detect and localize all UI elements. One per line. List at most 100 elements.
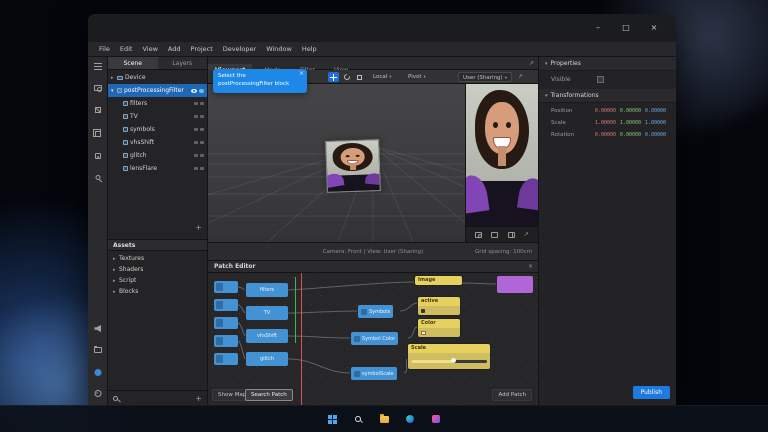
- menu-edit[interactable]: Edit: [115, 45, 138, 53]
- rotation-y-value[interactable]: 0.00000: [616, 132, 641, 138]
- tab-scene[interactable]: Scene: [108, 57, 158, 69]
- add-patch-button[interactable]: Add Patch: [492, 389, 532, 401]
- patch-input-chip[interactable]: [214, 317, 238, 329]
- patch-canvas[interactable]: filters TV vhsShift glitch Symbols Symbo…: [208, 273, 538, 405]
- add-object-button[interactable]: +: [195, 223, 202, 232]
- capture-icon[interactable]: [94, 85, 102, 91]
- row-toggle-icon[interactable]: [200, 115, 204, 118]
- asset-row-script[interactable]: ▸ Script: [108, 275, 207, 286]
- row-toggle-icon[interactable]: [194, 141, 198, 144]
- patch-node-symbols[interactable]: Symbols: [358, 305, 393, 318]
- minimize-button[interactable]: –: [584, 18, 612, 38]
- add-asset-button[interactable]: +: [195, 394, 202, 403]
- publish-button[interactable]: Publish: [633, 386, 670, 399]
- position-y-value[interactable]: 0.00000: [616, 108, 641, 114]
- effects-icon[interactable]: [491, 232, 498, 238]
- asset-row-shaders[interactable]: ▸ Shaders: [108, 264, 207, 275]
- visibility-eye-icon[interactable]: [191, 89, 197, 93]
- popout-viewport-icon[interactable]: ↗: [529, 57, 534, 70]
- camera-view-dropdown[interactable]: User (Sharing)▾: [458, 72, 512, 82]
- studio-app-button[interactable]: [426, 409, 446, 429]
- patch-node-active[interactable]: active: [418, 297, 460, 315]
- tree-row-vhsshift[interactable]: vhsShift: [108, 136, 207, 149]
- tree-row-device[interactable]: ▸ Device: [108, 71, 207, 84]
- scale-x-value[interactable]: 1.00000: [591, 120, 616, 126]
- tree-row-filters[interactable]: filters: [108, 97, 207, 110]
- patch-node-image[interactable]: Image: [415, 276, 462, 285]
- patch-input-chip[interactable]: [214, 281, 238, 293]
- maximize-button[interactable]: □: [612, 18, 640, 38]
- announcement-icon[interactable]: [94, 325, 101, 332]
- scene-plane-object[interactable]: [325, 139, 381, 193]
- patch-block-node[interactable]: vhsShift: [246, 329, 288, 343]
- position-x-value[interactable]: 0.00000: [591, 108, 616, 114]
- patch-node-purple[interactable]: [497, 276, 533, 293]
- patch-node-scale[interactable]: Scale: [408, 344, 490, 369]
- scale-y-value[interactable]: 1.00000: [616, 120, 641, 126]
- row-toggle-icon[interactable]: [200, 128, 204, 131]
- menu-file[interactable]: File: [94, 45, 115, 53]
- edge-browser-button[interactable]: [400, 409, 420, 429]
- row-toggle-icon[interactable]: [200, 167, 204, 170]
- scale-slider[interactable]: [411, 360, 487, 363]
- row-toggle-icon[interactable]: [194, 128, 198, 131]
- menu-add[interactable]: Add: [163, 45, 186, 53]
- plugins-icon[interactable]: [95, 153, 101, 159]
- search-icon[interactable]: [95, 175, 100, 180]
- checkbox-icon[interactable]: [421, 309, 425, 313]
- asset-row-textures[interactable]: ▸ Textures: [108, 253, 207, 264]
- scale-z-value[interactable]: 1.00000: [641, 120, 666, 126]
- visible-checkbox[interactable]: [597, 76, 604, 83]
- row-toggle-icon[interactable]: [194, 115, 198, 118]
- titlebar[interactable]: – □ ×: [88, 14, 676, 42]
- patch-input-chip[interactable]: [214, 353, 238, 365]
- rotation-x-value[interactable]: 0.00000: [591, 132, 616, 138]
- file-explorer-button[interactable]: [374, 409, 394, 429]
- patch-node-symbolscale[interactable]: symbolScale: [351, 367, 397, 380]
- close-button[interactable]: ×: [640, 18, 668, 38]
- patch-input-chip[interactable]: [214, 335, 238, 347]
- taskbar-search-button[interactable]: [348, 409, 368, 429]
- tree-row-tv[interactable]: TV: [108, 110, 207, 123]
- blocks-icon[interactable]: [95, 107, 101, 113]
- panels-icon[interactable]: [94, 63, 102, 64]
- projects-icon[interactable]: [94, 347, 102, 353]
- properties-header[interactable]: ▾ Properties: [539, 57, 676, 71]
- patch-node-color[interactable]: Color: [418, 319, 460, 337]
- row-toggle-icon[interactable]: [194, 102, 198, 105]
- row-toggle-icon[interactable]: [200, 141, 204, 144]
- menu-developer[interactable]: Developer: [218, 45, 261, 53]
- row-toggle-icon[interactable]: [194, 154, 198, 157]
- patch-block-node[interactable]: glitch: [246, 352, 288, 366]
- popout-preview-icon[interactable]: ↗: [518, 72, 523, 82]
- rotation-z-value[interactable]: 0.00000: [641, 132, 666, 138]
- menu-view[interactable]: View: [137, 45, 162, 53]
- menu-help[interactable]: Help: [297, 45, 322, 53]
- asset-row-blocks[interactable]: ▸ Blocks: [108, 286, 207, 297]
- patch-node-symbol-color[interactable]: Symbol Color: [351, 332, 398, 345]
- account-avatar[interactable]: [94, 369, 101, 376]
- move-tool-button[interactable]: [328, 72, 339, 82]
- rotate-tool-button[interactable]: [341, 72, 352, 82]
- transformations-header[interactable]: ▾ Transformations: [539, 89, 676, 103]
- position-z-value[interactable]: 0.00000: [641, 108, 666, 114]
- menu-window[interactable]: Window: [261, 45, 297, 53]
- patch-block-node[interactable]: filters: [246, 283, 288, 297]
- tooltip-close-icon[interactable]: ×: [299, 70, 304, 77]
- tree-row-postprocessingfilter[interactable]: ▾ postProcessingFilter: [108, 84, 207, 97]
- row-toggle-icon[interactable]: [200, 154, 204, 157]
- patch-close-icon[interactable]: ×: [528, 261, 533, 273]
- layers-icon[interactable]: [95, 131, 101, 137]
- tree-row-symbols[interactable]: symbols: [108, 123, 207, 136]
- row-toggle-icon[interactable]: [200, 102, 204, 105]
- menu-project[interactable]: Project: [186, 45, 218, 53]
- start-button[interactable]: [322, 409, 342, 429]
- tab-layers[interactable]: Layers: [158, 57, 208, 69]
- search-patch-button[interactable]: Search Patch: [245, 389, 293, 401]
- scale-tool-button[interactable]: [354, 72, 365, 82]
- local-dropdown[interactable]: Local▾: [373, 72, 392, 82]
- tree-row-lensflare[interactable]: lensFlare: [108, 162, 207, 175]
- camera-switch-icon[interactable]: [475, 232, 482, 238]
- patch-input-chip[interactable]: [214, 299, 238, 311]
- share-icon[interactable]: ↗: [524, 232, 529, 238]
